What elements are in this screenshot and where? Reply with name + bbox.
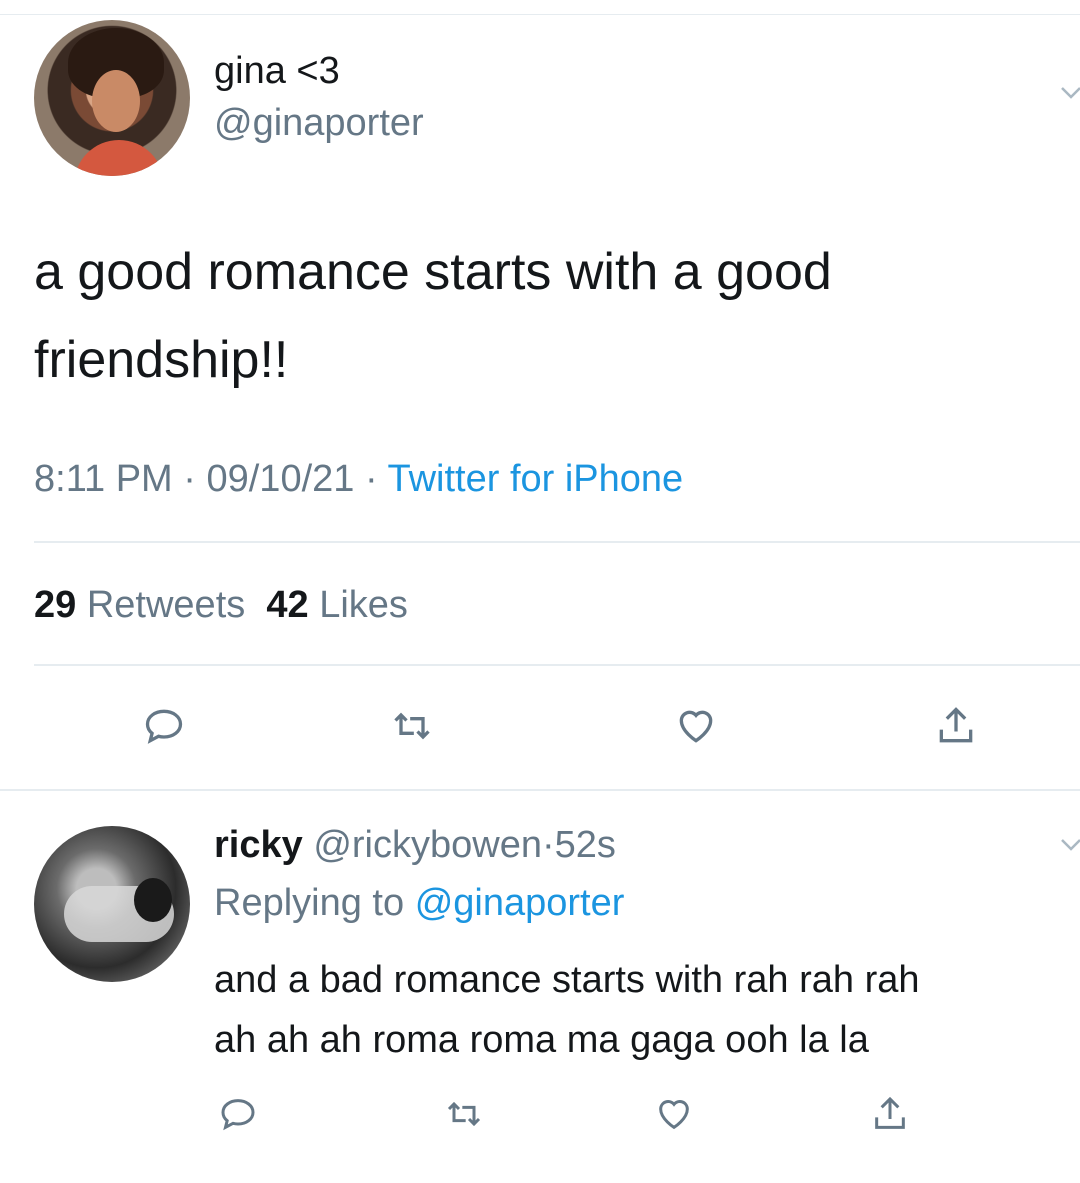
tweet-stats: 29 Retweets 42 Likes <box>34 584 408 627</box>
top-divider <box>0 14 1080 15</box>
tweet-date: 09/10/21 <box>206 458 355 500</box>
like-icon[interactable] <box>654 1094 694 1134</box>
display-name[interactable]: ricky <box>214 824 303 866</box>
likes-stat[interactable]: 42 Likes <box>266 584 408 626</box>
reply-icon[interactable] <box>218 1094 258 1134</box>
meta-separator: · <box>541 824 555 866</box>
meta-separator: · <box>183 458 196 500</box>
reply-icon[interactable] <box>142 704 186 748</box>
user-handle[interactable]: @ginaporter <box>214 102 424 145</box>
divider <box>34 541 1080 543</box>
avatar[interactable] <box>34 826 190 982</box>
share-icon[interactable] <box>870 1094 910 1134</box>
share-icon[interactable] <box>934 704 978 748</box>
tweet-source-link[interactable]: Twitter for iPhone <box>388 458 684 500</box>
mention-link[interactable]: @ginaporter <box>415 882 625 924</box>
display-name[interactable]: gina <3 <box>214 50 340 93</box>
tweet-time: 52s <box>554 824 616 866</box>
retweets-stat[interactable]: 29 Retweets <box>34 584 245 626</box>
retweet-icon[interactable] <box>390 704 434 748</box>
divider <box>34 664 1080 666</box>
chevron-down-icon[interactable] <box>1060 86 1080 100</box>
tweet-text: a good romance starts with a good friend… <box>34 243 832 389</box>
divider <box>0 789 1080 791</box>
meta-separator: · <box>364 458 378 500</box>
retweet-icon[interactable] <box>444 1094 484 1134</box>
replying-to: Replying to @ginaporter <box>214 882 625 924</box>
reply-text: and a bad romance starts with rah rah ra… <box>214 959 920 1061</box>
tweet-meta: 8:11 PM · 09/10/21 · Twitter for iPhone <box>34 458 683 501</box>
like-icon[interactable] <box>674 704 718 748</box>
tweet-time: 8:11 PM <box>34 458 173 500</box>
chevron-down-icon[interactable] <box>1060 838 1080 852</box>
reply-header: ricky @rickybowen·52s <box>214 824 616 867</box>
avatar[interactable] <box>34 20 190 176</box>
user-handle[interactable]: @rickybowen <box>313 824 542 866</box>
